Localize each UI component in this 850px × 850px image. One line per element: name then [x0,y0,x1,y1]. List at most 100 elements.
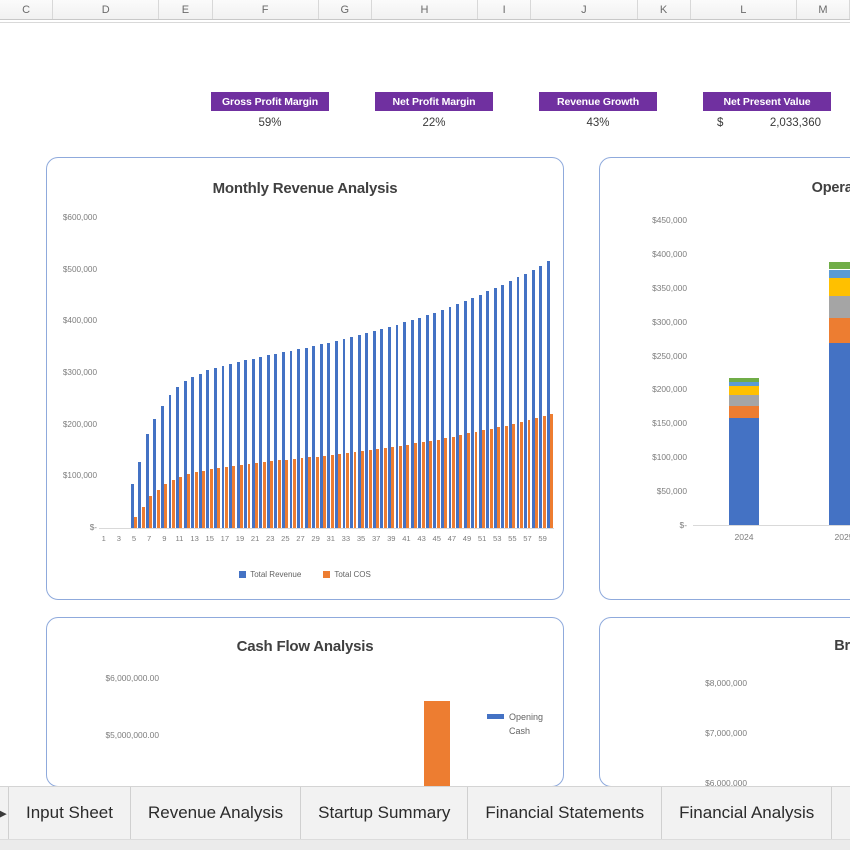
column-header-k[interactable]: K [637,0,691,19]
column-header-c[interactable]: C [0,0,54,19]
sheet-tab-financial-statements[interactable]: Financial Statements [468,787,663,839]
kpi-net-profit-margin[interactable]: Net Profit Margin 22% [375,92,493,135]
chart-break-even-analysis[interactable]: Brea $6,000,000$7,000,000$8,000,000 [599,617,850,787]
kpi-net-present-value-value: $ 2,033,360 [703,111,831,135]
column-header-g[interactable]: G [318,0,372,19]
y-tick-label: $500,000 [62,264,97,274]
grid-top-divider [0,20,850,23]
stack-segment-series-5 [829,269,850,278]
stack-segment-series-1 [729,417,759,525]
chart-cash-flow-analysis[interactable]: Cash Flow Analysis $4,000,000.00$5,000,0… [46,617,564,787]
chart-cash-flow-bar [424,701,450,786]
sheet-tab-financial-analysis[interactable]: Financial Analysis [662,787,833,839]
bar-total-cos [315,456,319,528]
x-tick-label-2025: 2025 [834,532,850,542]
legend-label-opening-cash: Opening Cash [509,710,551,738]
bar-total-cos [421,442,425,528]
y-tick-label: $400,000 [62,316,97,326]
bar-total-cos [368,449,372,528]
bar-total-cos [134,516,137,528]
bar-total-cos [376,448,380,528]
bar-total-cos [292,458,296,528]
stack-segment-series-1 [829,343,850,525]
sheet-nav-next-icon[interactable]: ▶ [0,787,8,839]
kpi-gross-profit-margin-value: 59% [258,117,282,129]
bar-total-cos [406,444,410,528]
bar-total-cos [194,472,198,528]
chart-monthly-revenue-analysis[interactable]: Monthly Revenue Analysis $- $100,000 $200,… [46,157,564,600]
y-tick-label: $50,000 [656,486,687,497]
stack-segment-series-2 [729,405,759,418]
chart-break-even-title: Brea [834,638,850,654]
legend-label-total-cos: Total COS [334,570,371,579]
column-header-i[interactable]: I [478,0,532,19]
bar-total-cos [179,476,183,528]
y-tick-label: $450,000 [652,215,687,225]
y-tick-label: $150,000 [652,418,687,429]
stack-segment-series-6 [729,377,759,382]
y-tick-label: $250,000 [652,350,687,361]
bar-total-cos [285,459,289,528]
bar-total-cos [383,447,387,528]
status-bar [0,839,850,850]
bar-total-cos [202,470,206,528]
legend-label-total-revenue: Total Revenue [250,570,302,579]
bar-total-cos [171,479,175,528]
column-header-l[interactable]: L [690,0,797,19]
bar-total-cos [489,428,493,528]
y-tick-label: $8,000,000 [705,678,747,688]
bar-total-cos [519,422,523,528]
bar-total-cos [141,506,145,528]
chart-operating-expenses[interactable]: Operating $- $50,000 $100,000 $150,000 $200,… [599,157,850,600]
stack-segment-series-4 [829,277,850,296]
bar-total-cos [240,464,243,528]
legend-swatch-total-cos [323,571,331,578]
bar-total-cos [209,469,213,528]
stack-segment-series-4 [729,386,759,395]
stack-segment-series-3 [729,394,759,406]
stacked-bar-2024 [729,220,759,525]
column-header-m[interactable]: M [796,0,850,19]
kpi-currency-symbol: $ [717,117,724,129]
bar-total-cos [338,454,342,528]
y-tick-label: $400,000 [652,248,687,259]
bar-total-cos [504,425,508,528]
kpi-revenue-growth[interactable]: Revenue Growth 43% [539,92,657,135]
y-tick-label: $7,000,000 [705,728,747,738]
y-tick-label: $200,000 [652,384,687,395]
sheet-tab-strip: ▶ Input Sheet Revenue Analysis Startup Summ… [0,787,833,839]
bar-total-cos [270,461,274,528]
sheet-tab-input-sheet[interactable]: Input Sheet [8,787,131,839]
bar-total-cos [429,440,433,528]
legend-swatch-opening-cash [487,714,504,719]
bar-total-cos [436,439,440,528]
chart-monthly-revenue-title: Monthly Revenue Analysis [212,180,398,197]
x-tick-label-2024: 2024 [734,532,754,542]
bar-total-cos [550,414,554,528]
column-header-h[interactable]: H [371,0,479,19]
column-header-e[interactable]: E [159,0,213,19]
bar-total-cos [323,455,327,528]
chart-cash-flow-title: Cash Flow Analysis [236,638,374,655]
sheet-tab-startup-summary[interactable]: Startup Summary [301,787,469,839]
stack-segment-series-5 [729,382,759,387]
bar-total-cos [391,446,395,528]
chart-cash-flow-legend: Opening Cash [487,710,551,738]
column-header-d[interactable]: D [53,0,160,19]
bar-total-cos [451,436,455,528]
sheet-tab-revenue-analysis[interactable]: Revenue Analysis [131,787,302,839]
excel-dashboard-window: CDEFGHIJKLM Gross Profit Margin 59% Net … [0,0,850,850]
bar-total-cos [482,430,486,528]
bar-total-cos [353,452,357,528]
column-header-j[interactable]: J [531,0,638,19]
bar-total-cos [330,454,334,528]
kpi-net-present-value[interactable]: Net Present Value $ 2,033,360 [703,92,831,135]
y-tick-label: $600,000 [62,213,97,222]
column-header-f[interactable]: F [212,0,319,19]
bar-total-cos [527,420,531,528]
sheet-tab-label: Input Sheet [26,803,113,822]
column-header-row: CDEFGHIJKLM [0,0,850,20]
y-tick-label: $100,000 [652,452,687,463]
kpi-gross-profit-margin[interactable]: Gross Profit Margin 59% [211,92,329,135]
bar-total-cos [474,431,478,528]
